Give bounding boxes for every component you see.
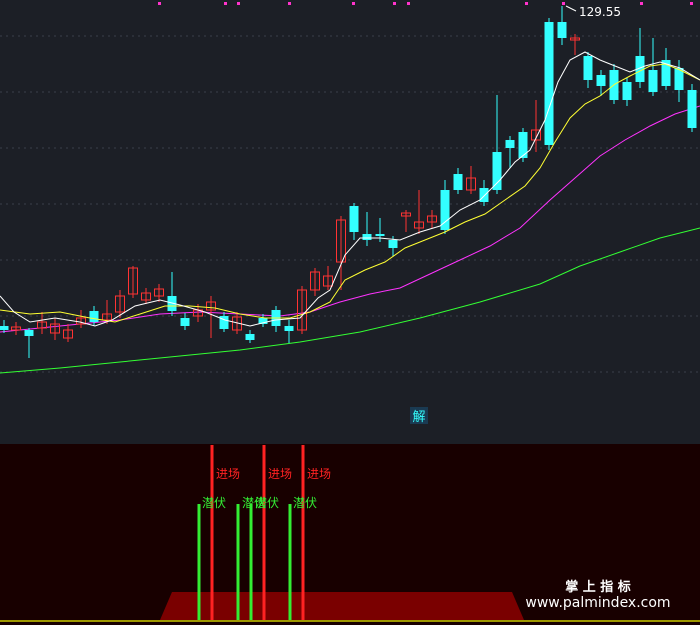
- ambush-signal-bar: [249, 504, 253, 620]
- top-marker-dot: [640, 2, 643, 5]
- ambush-label-1: 潜伏: [202, 496, 226, 510]
- candle-body-down: [492, 152, 502, 190]
- candle-body-down: [349, 206, 359, 232]
- top-marker-dot: [393, 2, 396, 5]
- top-marker-dot: [352, 2, 355, 5]
- candle-body-down: [375, 234, 385, 236]
- ambush-signal-bar: [197, 504, 201, 620]
- entry-signal-bar: [301, 445, 305, 620]
- candle-body-down: [518, 132, 528, 158]
- ambush-signal-bar: [236, 504, 240, 620]
- top-marker-dot: [237, 2, 240, 5]
- top-marker-dot: [158, 2, 161, 5]
- entry-signal-bar: [262, 445, 266, 620]
- candle-body-down: [648, 70, 658, 92]
- candle-body-down: [505, 140, 515, 148]
- top-marker-dot: [288, 2, 291, 5]
- panel-gap: [0, 428, 700, 444]
- top-marker-dot: [562, 2, 565, 5]
- ambush-label-3: 潜伏: [255, 496, 279, 510]
- top-marker-dot: [407, 2, 410, 5]
- candle-body-down: [479, 188, 489, 202]
- indicator-zone: [160, 592, 524, 620]
- candle-body-down: [557, 22, 567, 38]
- entry-label-2: 进场: [268, 467, 292, 481]
- top-marker-dot: [525, 2, 528, 5]
- top-marker-dot: [690, 2, 693, 5]
- ambush-label-4: 潜伏: [293, 496, 317, 510]
- candle-body-down: [388, 240, 398, 248]
- candle-body-down: [453, 174, 463, 190]
- ambush-signal-bar: [288, 504, 292, 620]
- candle-body-down: [284, 326, 294, 331]
- stock-chart-window: 129.55 解 进场 进场 进场 潜伏 潜伏 潜伏 潜伏 掌 上 指 标 ww…: [0, 0, 700, 625]
- candle-body-down: [245, 334, 255, 340]
- peak-label: 129.55: [579, 5, 621, 19]
- candle-body-down: [180, 318, 190, 326]
- kline-chart[interactable]: 129.55 解 进场 进场 进场 潜伏 潜伏 潜伏 潜伏 掌 上 指 标 ww…: [0, 0, 700, 625]
- watermark-title: 掌 上 指 标: [565, 579, 631, 595]
- candle-body-down: [583, 56, 593, 80]
- watermark-url: www.palmindex.com: [525, 595, 670, 611]
- candle-body-down: [544, 22, 554, 145]
- candle-body-down: [596, 75, 606, 86]
- entry-signal-bar: [210, 445, 214, 620]
- jie-badge[interactable]: 解: [412, 410, 425, 425]
- candle-body-down: [687, 90, 697, 128]
- candle-body-down: [362, 234, 372, 240]
- candle-body-down: [0, 326, 9, 330]
- entry-label-3: 进场: [307, 467, 331, 481]
- candle-body-down: [89, 311, 99, 322]
- candle-body-down: [24, 330, 34, 336]
- top-marker-dot: [224, 2, 227, 5]
- entry-label-1: 进场: [216, 467, 240, 481]
- candle-body-down: [622, 82, 632, 100]
